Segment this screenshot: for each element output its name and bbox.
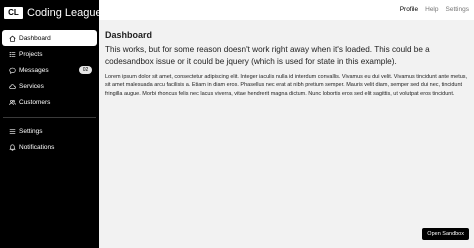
settings-link[interactable]: Settings [446,6,470,13]
sidebar-secondary-nav: Settings Notifications [2,123,97,155]
sidebar-item-notifications[interactable]: Notifications [2,139,97,155]
sidebar-item-label: Messages [19,66,49,74]
cloud-icon [8,82,16,90]
bell-icon [8,143,16,151]
users-icon [8,98,16,106]
chat-icon [8,66,16,74]
page-title: Dashboard [105,30,153,40]
sidebar-item-settings[interactable]: Settings [2,123,97,139]
sidebar-item-dashboard[interactable]: Dashboard [2,30,97,46]
home-icon [8,34,16,42]
top-bar: Profile Help Settings [99,0,474,20]
brand-name: Coding League [27,6,102,19]
sidebar-item-customers[interactable]: Customers [2,94,97,110]
sidebar-divider [3,117,96,118]
sidebar-item-label: Settings [19,127,43,135]
sidebar-item-label: Customers [19,98,51,106]
sidebar: CL Coding League Dashboard Projects Mess… [0,0,102,248]
sidebar-main-nav: Dashboard Projects Messages 02 Services [2,30,97,110]
brand[interactable]: CL Coding League [4,5,102,20]
lead-paragraph: This works, but for some reason doesn't … [105,45,430,66]
profile-link[interactable]: Profile [400,6,418,13]
body-paragraph: Lorem ipsum dolor sit amet, consectetur … [105,74,468,97]
brand-logo: CL [4,6,23,19]
main-content: Dashboard This works, but for some reaso… [99,20,474,248]
list-icon [8,50,16,58]
sidebar-item-label: Notifications [19,143,55,151]
open-sandbox-button[interactable]: Open Sandbox [422,228,469,240]
sidebar-item-messages[interactable]: Messages 02 [2,62,97,78]
menu-icon [8,127,16,135]
sidebar-item-label: Services [19,82,44,90]
help-link[interactable]: Help [425,6,438,13]
app: CL Coding League Dashboard Projects Mess… [0,0,474,248]
sidebar-item-projects[interactable]: Projects [2,46,97,62]
sidebar-item-label: Projects [19,50,43,58]
sidebar-item-services[interactable]: Services [2,78,97,94]
top-nav-links: Profile Help Settings [400,6,469,13]
sidebar-item-label: Dashboard [19,34,51,42]
messages-count-badge: 02 [79,66,92,74]
